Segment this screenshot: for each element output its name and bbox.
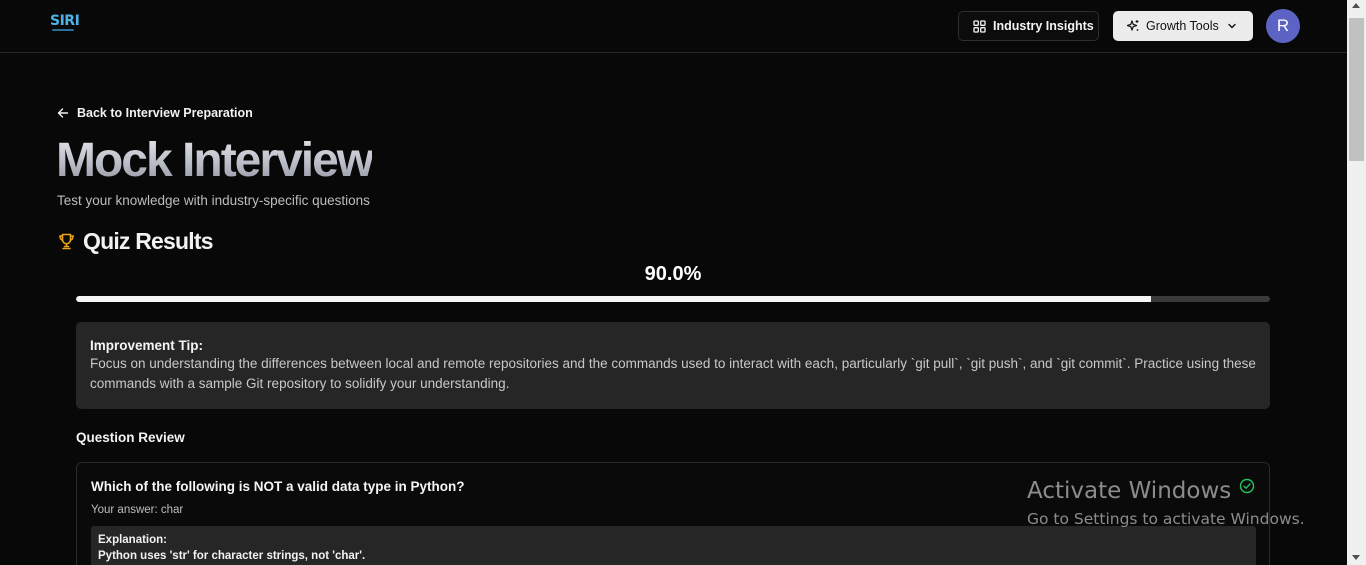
explanation-text: Python uses 'str' for character strings,… bbox=[98, 550, 366, 562]
page-subtitle: Test your knowledge with industry-specif… bbox=[57, 193, 370, 208]
activate-windows-watermark: Activate Windows Go to Settings to activ… bbox=[1027, 478, 1305, 528]
score-percentage: 90.0% bbox=[644, 263, 702, 285]
chevron-down-icon bbox=[1228, 23, 1236, 29]
improvement-tip-body: Focus on understanding the differences b… bbox=[90, 356, 1256, 391]
app-logo[interactable]: SIRI bbox=[50, 14, 80, 28]
improvement-tip-title: Improvement Tip: bbox=[90, 338, 204, 353]
page-title: Mock Interview bbox=[56, 134, 374, 187]
question-text: Which of the following is NOT a valid da… bbox=[91, 479, 465, 494]
quiz-results-heading: Quiz Results bbox=[57, 228, 214, 255]
growth-tools-dropdown[interactable]: Growth Tools bbox=[1113, 11, 1253, 41]
improvement-tip-card: Improvement Tip: Focus on understanding … bbox=[76, 322, 1270, 409]
arrow-left-icon bbox=[57, 108, 69, 118]
layout-grid-icon bbox=[973, 19, 986, 33]
scrollbar-thumb[interactable] bbox=[1349, 18, 1364, 161]
watermark-subtitle: Go to Settings to activate Windows. bbox=[1027, 510, 1305, 528]
back-to-interview-link[interactable]: Back to Interview Preparation bbox=[57, 106, 253, 120]
vertical-scrollbar[interactable] bbox=[1347, 0, 1366, 565]
back-link-label: Back to Interview Preparation bbox=[77, 106, 253, 120]
user-answer: Your answer: char bbox=[91, 504, 184, 516]
top-navbar: SIRI Industry Insights Growth Tools R bbox=[0, 0, 1347, 53]
sparkles-icon bbox=[1126, 20, 1139, 31]
industry-insights-button[interactable]: Industry Insights bbox=[958, 11, 1099, 41]
scroll-down-arrow-icon[interactable] bbox=[1352, 555, 1360, 560]
user-avatar[interactable]: R bbox=[1266, 9, 1300, 43]
logo-underline bbox=[52, 29, 74, 31]
quiz-results-label: Quiz Results bbox=[83, 228, 214, 254]
watermark-title: Activate Windows bbox=[1027, 478, 1232, 504]
explanation-title: Explanation: bbox=[98, 534, 168, 546]
question-review-heading: Question Review bbox=[76, 430, 185, 445]
scroll-up-arrow-icon[interactable] bbox=[1352, 3, 1360, 8]
trophy-icon bbox=[59, 233, 74, 250]
score-progress-bar bbox=[76, 296, 1270, 302]
explanation-box: Explanation: Python uses 'str' for chara… bbox=[91, 526, 1256, 565]
score-progress-fill bbox=[76, 296, 1151, 302]
growth-tools-label: Growth Tools bbox=[1146, 19, 1219, 33]
industry-insights-label: Industry Insights bbox=[993, 19, 1094, 33]
